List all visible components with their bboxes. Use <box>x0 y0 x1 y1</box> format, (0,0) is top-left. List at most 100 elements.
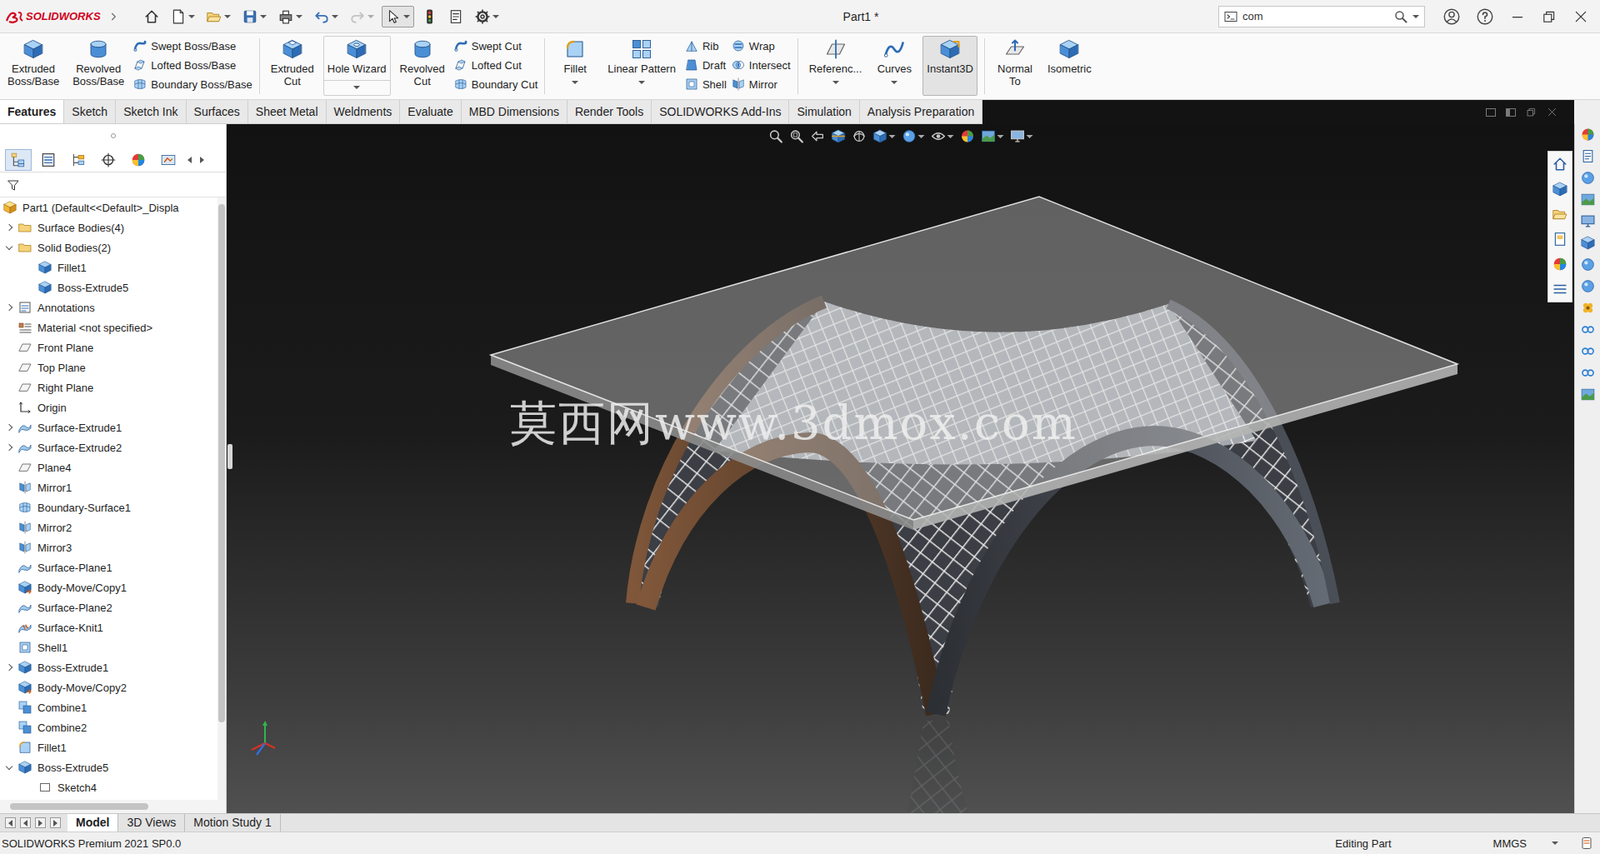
view-tool-button[interactable] <box>930 129 954 144</box>
expander[interactable] <box>3 421 15 434</box>
view-tool-button[interactable] <box>768 129 783 144</box>
tree-item[interactable]: Right Plane <box>0 377 218 398</box>
quick-access-button[interactable] <box>140 5 164 28</box>
horizontal-scrollbar[interactable] <box>0 800 226 814</box>
tree-item[interactable]: Mirror2 <box>0 517 218 538</box>
task-pane-tab[interactable] <box>1548 201 1572 227</box>
dropdown-caret[interactable] <box>188 15 195 19</box>
tree-item[interactable]: Fillet1 <box>0 257 218 278</box>
view-tool-button[interactable] <box>1010 129 1033 144</box>
dropdown-button[interactable] <box>571 78 579 87</box>
task-pane-button[interactable] <box>1579 365 1596 380</box>
task-pane-button[interactable] <box>1579 279 1596 294</box>
quick-access-button[interactable] <box>417 5 441 28</box>
tab[interactable]: MBD Dimensions <box>461 100 568 124</box>
ribbon-small-button[interactable]: Boundary Cut <box>454 77 539 91</box>
next-tab-icon[interactable] <box>35 817 46 829</box>
ribbon-small-button[interactable]: Rib <box>685 39 727 53</box>
tree-item[interactable]: Surface Bodies(4) <box>0 217 218 238</box>
minimize-icon[interactable] <box>1510 9 1525 25</box>
ribbon-button[interactable]: Hole Wizard <box>323 35 391 96</box>
menu-pin[interactable] <box>106 11 120 22</box>
tab[interactable]: Weldments <box>326 100 401 124</box>
tree-item[interactable]: Top Plane <box>0 357 218 378</box>
panel-tab[interactable] <box>95 149 122 171</box>
panel-grip[interactable] <box>0 124 226 148</box>
view-tool-button[interactable] <box>901 129 925 144</box>
view-tool-button[interactable] <box>789 129 804 144</box>
graphics-area[interactable]: 莫西网www.3dmox.com <box>226 124 1575 814</box>
tree-item[interactable]: Front Plane <box>0 337 218 358</box>
panel-tab[interactable] <box>5 149 32 171</box>
view-tool-button[interactable] <box>851 129 866 144</box>
tab[interactable]: Analysis Preparation <box>860 100 983 124</box>
dropdown-caret[interactable] <box>403 15 410 19</box>
tree-item[interactable]: Part1 (Default<<Default>_Displa <box>0 197 218 218</box>
filter-row[interactable] <box>0 172 226 198</box>
tree-item[interactable]: Combine2 <box>0 717 218 738</box>
quick-access-button[interactable] <box>166 5 200 28</box>
task-pane-button[interactable] <box>1579 214 1596 229</box>
tile-left-icon[interactable] <box>1485 108 1496 117</box>
help-icon[interactable] <box>1476 8 1494 25</box>
ribbon-small-button[interactable]: Draft <box>685 58 727 72</box>
quick-access-button[interactable] <box>310 5 343 28</box>
unit-system[interactable]: MMGS <box>1493 837 1527 850</box>
view-tool-button[interactable] <box>810 129 825 144</box>
quick-access-button[interactable] <box>202 5 235 28</box>
tree-item[interactable]: Origin <box>0 397 218 418</box>
scroll-left-icon[interactable] <box>187 156 192 164</box>
task-pane-button[interactable] <box>1579 387 1596 402</box>
status-icon[interactable] <box>1580 836 1594 850</box>
tree-item[interactable]: Boss-Extrude1 <box>0 657 218 678</box>
ribbon-button[interactable]: ExtrudedCut <box>266 35 319 96</box>
ribbon-small-button[interactable]: Lofted Cut <box>454 58 539 72</box>
expander[interactable] <box>3 661 15 674</box>
ribbon-button[interactable]: NormalTo <box>991 35 1039 96</box>
tree-item[interactable]: Annotations <box>0 297 218 318</box>
ribbon-small-button[interactable]: Lofted Boss/Base <box>133 58 252 72</box>
table-model[interactable] <box>226 124 1575 814</box>
ribbon-button[interactable]: Instant3D <box>922 35 978 96</box>
tree-item[interactable]: Boundary-Surface1 <box>0 497 218 518</box>
scroll-right-icon[interactable] <box>200 156 205 164</box>
task-pane-button[interactable] <box>1579 127 1596 142</box>
tab[interactable]: Render Tools <box>567 100 652 124</box>
ribbon-button[interactable]: Fillet <box>551 35 599 96</box>
ribbon-small-button[interactable]: Intersect <box>731 58 791 72</box>
tab[interactable]: Sketch Ink <box>115 100 186 124</box>
quick-access-button[interactable] <box>274 5 307 28</box>
user-icon[interactable] <box>1443 8 1460 25</box>
magnifier-icon[interactable] <box>1394 10 1408 24</box>
tree-item[interactable]: Solid Bodies(2) <box>0 237 218 258</box>
dropdown-caret[interactable] <box>260 15 267 19</box>
tree-item[interactable]: Mirror3 <box>0 537 218 558</box>
tree-item[interactable]: Surface-Extrude2 <box>0 437 218 458</box>
expander[interactable] <box>3 441 15 454</box>
task-pane-button[interactable] <box>1579 322 1596 337</box>
task-pane-tab[interactable] <box>1548 226 1572 252</box>
tree-item[interactable]: Surface-Extrude1 <box>0 417 218 438</box>
tree-item[interactable]: Body-Move/Copy1 <box>0 577 218 598</box>
filter-icon[interactable] <box>6 178 20 192</box>
search-input[interactable] <box>1242 8 1390 25</box>
ribbon-small-button[interactable]: Mirror <box>731 77 791 91</box>
view-tool-button[interactable] <box>980 129 1004 144</box>
tree-item[interactable]: Boss-Extrude5 <box>0 277 218 298</box>
ribbon-small-button[interactable]: Swept Boss/Base <box>133 39 252 53</box>
tree-item[interactable]: Mirror1 <box>0 477 218 498</box>
task-pane-tab[interactable] <box>1548 251 1572 277</box>
dropdown-caret[interactable] <box>224 15 231 19</box>
dropdown-caret[interactable] <box>331 15 339 19</box>
task-pane-button[interactable] <box>1579 192 1596 207</box>
ribbon-button[interactable]: Curves <box>870 35 918 96</box>
task-pane-button[interactable] <box>1579 149 1596 164</box>
ribbon-button[interactable]: Referenc... <box>805 35 867 96</box>
tab[interactable]: SOLIDWORKS Add-Ins <box>651 100 790 124</box>
task-pane-button[interactable] <box>1579 235 1596 250</box>
quick-access-button[interactable] <box>345 5 379 28</box>
bottom-tab[interactable]: 3D Views <box>118 814 185 832</box>
panel-splitter[interactable] <box>227 444 233 470</box>
expander[interactable] <box>3 241 15 254</box>
tab[interactable]: Sketch <box>64 100 116 124</box>
